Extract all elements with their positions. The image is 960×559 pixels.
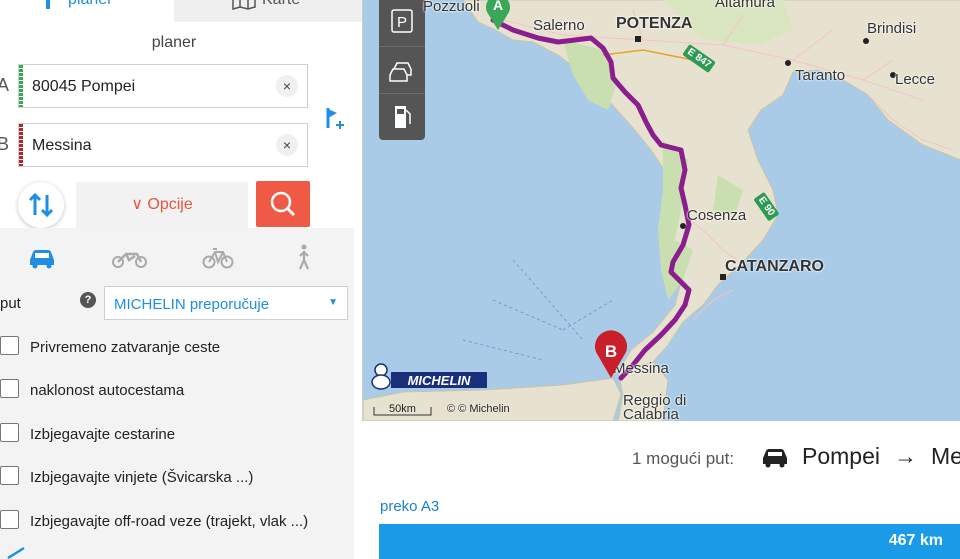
tab-karte[interactable]: Karte (174, 0, 362, 22)
swap-waypoints-button[interactable] (18, 182, 64, 228)
map-label-lecce: Lecce (895, 71, 936, 88)
motorbike-icon[interactable] (110, 242, 150, 272)
checkbox-label: Izbjegavajte vinjete (Švicarska ...) (30, 469, 254, 486)
route-distance-bar[interactable]: 467 km (379, 524, 960, 559)
swap-arrows-icon (28, 192, 54, 218)
car-icon[interactable] (26, 242, 58, 272)
checkbox-label: naklonost autocestama (30, 382, 185, 399)
marker-a-letter: A (493, 0, 503, 13)
route-type-label: put (0, 295, 21, 312)
checkbox-avoid-tolls[interactable] (0, 423, 19, 442)
clear-waypoint-a-button[interactable]: × (276, 75, 298, 97)
options-toggle-button[interactable]: ∨ Opcije (76, 182, 248, 228)
clear-waypoint-b-button[interactable]: × (276, 134, 298, 156)
route-distance: 467 km (888, 532, 943, 549)
route-type-value: MICHELIN preporučuje (114, 296, 270, 313)
map-copyright: © © Michelin (447, 403, 510, 415)
checkbox-temporary-closures[interactable] (0, 336, 19, 355)
top-navigation: planer Karte (0, 0, 362, 22)
route-type-select[interactable]: MICHELIN preporučuje ▼ (104, 286, 348, 320)
map-label-altamura: Altamura (715, 0, 776, 11)
svg-text:MICHELIN: MICHELIN (408, 373, 471, 388)
marker-a-pin[interactable]: A (483, 0, 513, 32)
fuel-pump-icon (395, 106, 411, 128)
map-label-cosenza: Cosenza (687, 207, 747, 224)
waypoint-a-letter: A (0, 75, 10, 95)
marker-b-pin[interactable]: B (593, 326, 629, 380)
map-label-pozzuoli: Pozzuoli (423, 0, 480, 15)
page-title: planer (151, 34, 197, 51)
checkbox-avoid-vignettes[interactable] (0, 466, 19, 485)
route-via-link[interactable]: preko A3 (380, 498, 439, 515)
map-view[interactable]: P Pozzuoli Salerno POTENZA Altamura Brin… (362, 0, 960, 421)
map-label-salerno: Salerno (533, 17, 585, 34)
michelin-logo: MICHELIN (369, 360, 489, 390)
route-arrow: → (894, 443, 917, 469)
tab-karte-label: Karte (262, 0, 300, 9)
waypoint-b-color-bar (19, 124, 23, 166)
marker-b-letter: B (605, 342, 617, 361)
checkbox-label: Privremeno zatvaranje ceste (30, 339, 221, 356)
map-icon (232, 0, 256, 10)
checkbox-avoid-offroad-links[interactable] (0, 510, 19, 529)
add-waypoint-icon[interactable] (320, 104, 348, 132)
tab-planer[interactable]: planer (0, 0, 174, 22)
waypoint-a-color-bar (19, 65, 23, 107)
search-route-button[interactable] (256, 181, 310, 227)
tab-planer-label: planer (68, 0, 112, 9)
help-icon[interactable]: ? (80, 292, 96, 308)
search-icon (270, 191, 296, 217)
map-label-taranto: Taranto (795, 67, 846, 84)
map-terrain (363, 0, 960, 421)
map-label-potenza: POTENZA (616, 15, 693, 32)
map-layer-controls: P (379, 0, 425, 140)
route-destination: Messina (931, 443, 960, 469)
car-icon (763, 449, 787, 468)
svg-text:P: P (397, 14, 407, 31)
scale-label: 50km (389, 403, 416, 415)
parking-icon: P (391, 9, 413, 33)
route-count-text: 1 mogući put: (632, 449, 735, 468)
planer-pin-icon (46, 0, 50, 9)
checkbox-label: Izbjegavajte cestarine (30, 426, 176, 443)
fuel-layer-button[interactable] (379, 94, 425, 140)
checkbox-prefer-motorways[interactable] (0, 379, 19, 398)
map-label-catanzaro: CATANZARO (725, 258, 824, 275)
waypoint-a-value: 80045 Pompei (32, 78, 136, 95)
bicycle-icon[interactable] (202, 242, 234, 272)
map-label-reggio: Reggio di Calabria (623, 392, 687, 421)
waypoint-b-value: Messina (32, 137, 92, 154)
checkmark-icon[interactable] (6, 546, 26, 559)
chevron-down-icon: ∨ (131, 196, 143, 213)
checkbox-label: Izbjegavajte off-road veze (trajekt, vla… (30, 513, 309, 530)
options-label: Opcije (147, 196, 193, 213)
waypoint-a-field[interactable]: 80045 Pompei × (18, 64, 308, 108)
traffic-icon (389, 62, 412, 82)
parking-layer-button[interactable]: P (379, 0, 425, 47)
pedestrian-icon[interactable] (294, 242, 314, 272)
route-results: 1 mogući put: Pompei → Messina preko A3 … (362, 421, 960, 559)
map-label-brindisi: Brindisi (867, 20, 917, 37)
route-origin: Pompei (802, 443, 880, 469)
waypoint-b-field[interactable]: Messina × (18, 123, 308, 167)
waypoint-b-letter: B (0, 134, 10, 154)
dropdown-arrow-icon: ▼ (328, 297, 338, 308)
route-planner-panel: planer Karte planer A 80045 Pompei × B M… (0, 0, 362, 559)
traffic-layer-button[interactable] (379, 47, 425, 94)
